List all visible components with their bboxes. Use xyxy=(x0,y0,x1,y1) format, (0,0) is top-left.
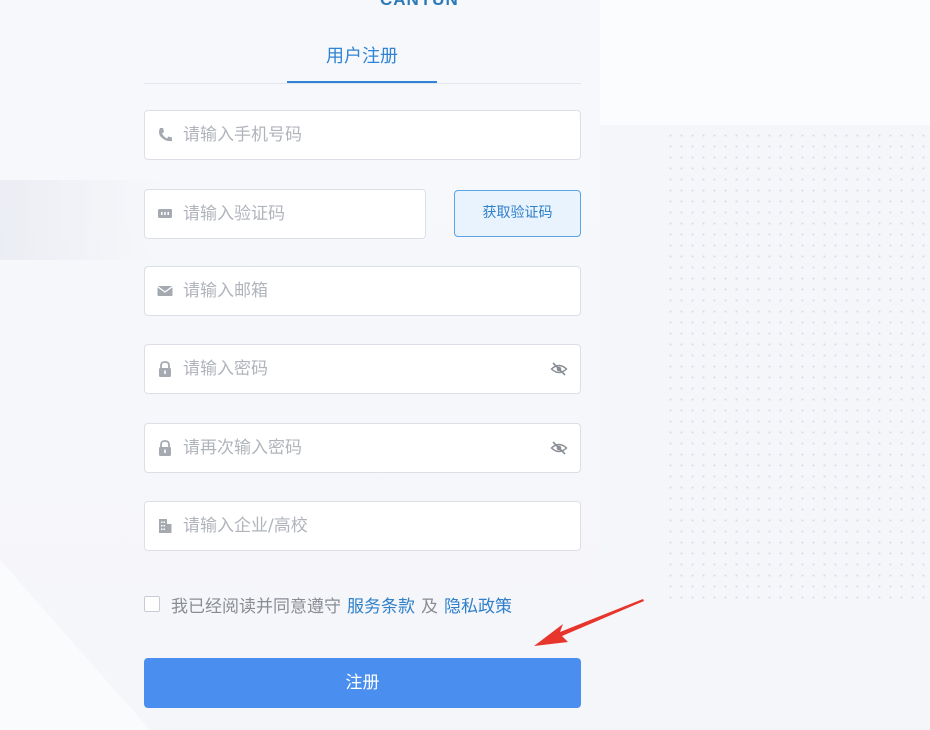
agreement-checkbox[interactable] xyxy=(144,596,160,612)
logo-text: CANYUN xyxy=(380,0,459,10)
agreement-row: 我已经阅读并同意遵守 服务条款 及 隐私政策 xyxy=(144,592,518,617)
register-button[interactable]: 注册 xyxy=(144,658,581,708)
password-input[interactable] xyxy=(183,345,538,393)
agreement-and: 及 xyxy=(421,596,438,617)
phone-input[interactable] xyxy=(183,111,538,159)
tab-user-register[interactable]: 用户注册 xyxy=(287,40,437,83)
background-shadow xyxy=(0,180,160,260)
code-input[interactable] xyxy=(183,190,413,238)
organization-input[interactable] xyxy=(183,502,538,550)
phone-field xyxy=(144,110,581,160)
building-icon xyxy=(159,519,172,533)
organization-field xyxy=(144,501,581,551)
password-field xyxy=(144,344,581,394)
background-panel-right xyxy=(600,0,930,125)
mail-icon xyxy=(157,285,173,296)
get-code-button[interactable]: 获取验证码 xyxy=(454,190,581,237)
email-field xyxy=(144,266,581,316)
code-field xyxy=(144,189,426,239)
annotation-arrow-icon xyxy=(534,599,644,646)
agreement-prefix: 我已经阅读并同意遵守 xyxy=(171,596,341,617)
lock-icon xyxy=(159,361,171,377)
background-dot-pattern xyxy=(665,130,930,600)
background-triangle xyxy=(0,560,150,730)
eye-hidden-icon[interactable] xyxy=(550,361,568,377)
terms-link[interactable]: 服务条款 xyxy=(347,592,415,617)
lock-icon xyxy=(159,440,171,456)
phone-icon xyxy=(159,128,172,142)
confirm-password-field xyxy=(144,423,581,473)
privacy-link[interactable]: 隐私政策 xyxy=(444,592,512,617)
confirm-password-input[interactable] xyxy=(183,424,538,472)
email-input[interactable] xyxy=(183,267,538,315)
sms-icon xyxy=(158,209,172,218)
tab-bar: 用户注册 xyxy=(144,40,581,84)
eye-hidden-icon[interactable] xyxy=(550,440,568,456)
